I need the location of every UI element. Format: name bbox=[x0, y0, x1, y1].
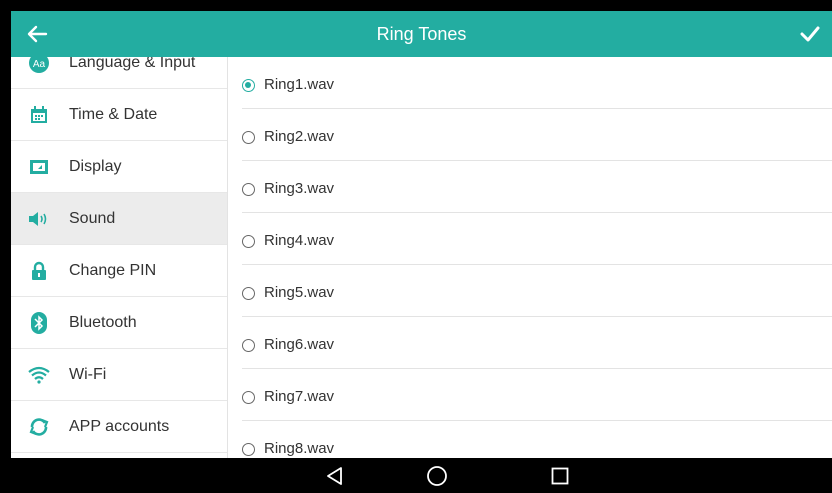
nav-recents-icon bbox=[551, 467, 569, 484]
sidebar-item-label: Sound bbox=[69, 209, 116, 227]
radio-button[interactable] bbox=[242, 443, 255, 456]
radio-button[interactable] bbox=[242, 235, 255, 248]
nav-home-button[interactable] bbox=[417, 458, 457, 493]
ringtone-label: Ring1.wav bbox=[264, 76, 335, 93]
radio-button-selected[interactable] bbox=[242, 79, 255, 92]
sidebar-item-change-pin[interactable]: Change PIN bbox=[11, 245, 227, 297]
page-title: Ring Tones bbox=[376, 24, 467, 44]
settings-sidebar: Aa Language & Input Time & Date Display bbox=[11, 57, 228, 458]
top-bar: Ring Tones bbox=[11, 11, 832, 57]
ringtone-item[interactable]: Ring7.wav bbox=[242, 369, 832, 421]
radio-button[interactable] bbox=[242, 339, 255, 352]
confirm-button[interactable] bbox=[794, 19, 826, 49]
check-icon bbox=[800, 26, 820, 42]
ringtone-item[interactable]: Ring1.wav bbox=[242, 57, 832, 109]
sidebar-item-label: Wi-Fi bbox=[69, 365, 107, 383]
ringtone-item[interactable]: Ring8.wav bbox=[242, 421, 832, 458]
radio-button[interactable] bbox=[242, 131, 255, 144]
ringtone-label: Ring4.wav bbox=[264, 232, 335, 249]
sync-icon bbox=[27, 415, 51, 439]
ringtone-item[interactable]: Ring5.wav bbox=[242, 265, 832, 317]
sidebar-item-language-input[interactable]: Aa Language & Input bbox=[11, 57, 227, 89]
sidebar-item-label: Change PIN bbox=[69, 261, 157, 279]
nav-back-button[interactable] bbox=[315, 458, 355, 493]
ringtone-panel: Ring1.wav Ring2.wav Ring3.wav Ring4.wav … bbox=[228, 57, 832, 458]
sidebar-item-label: Language & Input bbox=[69, 57, 196, 71]
speaker-icon bbox=[27, 207, 51, 231]
ringtone-label: Ring8.wav bbox=[264, 440, 335, 457]
ringtone-item[interactable]: Ring4.wav bbox=[242, 213, 832, 265]
ringtone-label: Ring5.wav bbox=[264, 284, 335, 301]
system-nav-bar bbox=[11, 458, 832, 493]
nav-back-icon bbox=[327, 466, 342, 485]
ringtone-item[interactable]: Ring2.wav bbox=[242, 109, 832, 161]
calendar-icon bbox=[27, 103, 51, 127]
display-icon bbox=[27, 155, 51, 179]
sidebar-item-label: Bluetooth bbox=[69, 313, 137, 331]
ringtone-item[interactable]: Ring3.wav bbox=[242, 161, 832, 213]
sidebar-item-bluetooth[interactable]: Bluetooth bbox=[11, 297, 227, 349]
ringtone-list: Ring1.wav Ring2.wav Ring3.wav Ring4.wav … bbox=[228, 57, 832, 458]
ringtone-label: Ring7.wav bbox=[264, 388, 335, 405]
wifi-icon bbox=[27, 363, 51, 387]
language-icon: Aa bbox=[27, 57, 51, 75]
nav-home-icon bbox=[427, 465, 447, 486]
sidebar-item-label: Display bbox=[69, 157, 122, 175]
svg-text:Aa: Aa bbox=[33, 59, 46, 70]
ringtone-label: Ring3.wav bbox=[264, 180, 335, 197]
sidebar-item-app-accounts[interactable]: APP accounts bbox=[11, 401, 227, 453]
nav-recents-button[interactable] bbox=[540, 458, 580, 493]
sidebar-item-display[interactable]: Display bbox=[11, 141, 227, 193]
bluetooth-icon bbox=[27, 311, 51, 335]
sidebar-item-label: APP accounts bbox=[69, 417, 170, 435]
sidebar-item-sound[interactable]: Sound bbox=[11, 193, 227, 245]
sidebar-item-time-date[interactable]: Time & Date bbox=[11, 89, 227, 141]
ringtone-label: Ring2.wav bbox=[264, 128, 335, 145]
ringtone-label: Ring6.wav bbox=[264, 336, 335, 353]
phone-screen: Ring Tones Aa Language & Input Time & Da… bbox=[11, 11, 832, 493]
radio-button[interactable] bbox=[242, 183, 255, 196]
sidebar-item-wifi[interactable]: Wi-Fi bbox=[11, 349, 227, 401]
lock-icon bbox=[27, 259, 51, 283]
sidebar-item-label: Time & Date bbox=[69, 105, 158, 123]
radio-button[interactable] bbox=[242, 287, 255, 300]
ringtone-item[interactable]: Ring6.wav bbox=[242, 317, 832, 369]
radio-button[interactable] bbox=[242, 391, 255, 404]
